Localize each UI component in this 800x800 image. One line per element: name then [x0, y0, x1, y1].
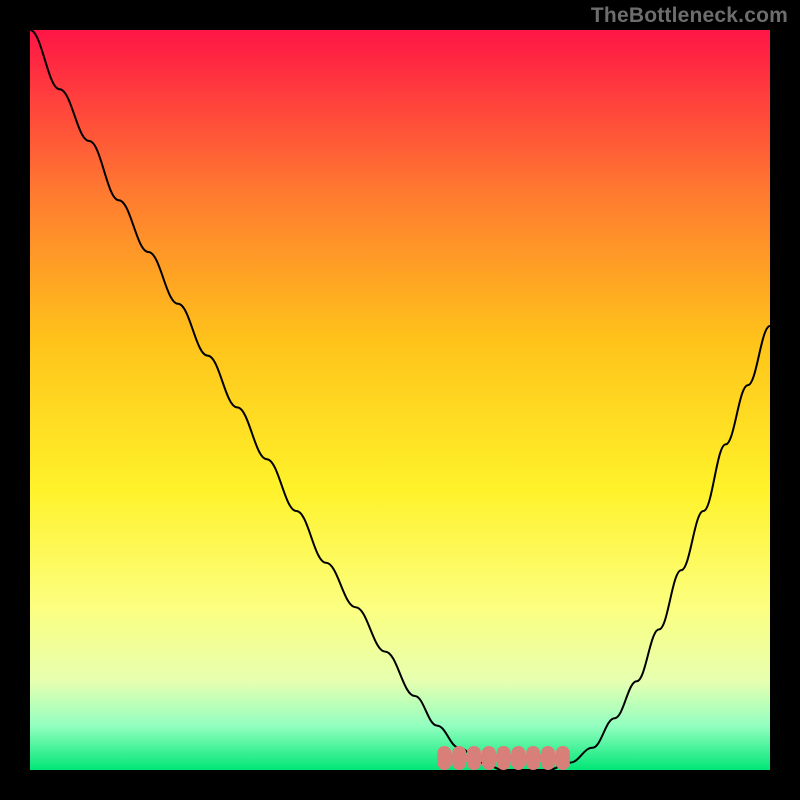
optimal-marker — [556, 746, 570, 770]
chart-container: TheBottleneck.com — [0, 0, 800, 800]
attribution-text: TheBottleneck.com — [591, 4, 788, 28]
optimal-marker — [437, 746, 451, 770]
optimal-marker — [511, 746, 525, 770]
optimal-marker — [497, 746, 511, 770]
optimal-marker — [467, 746, 481, 770]
optimal-marker — [541, 746, 555, 770]
optimal-marker — [526, 746, 540, 770]
optimal-marker — [482, 746, 496, 770]
bottleneck-chart — [0, 0, 800, 800]
optimal-range-markers — [437, 746, 569, 770]
optimal-marker — [452, 746, 466, 770]
plot-area — [30, 30, 770, 770]
